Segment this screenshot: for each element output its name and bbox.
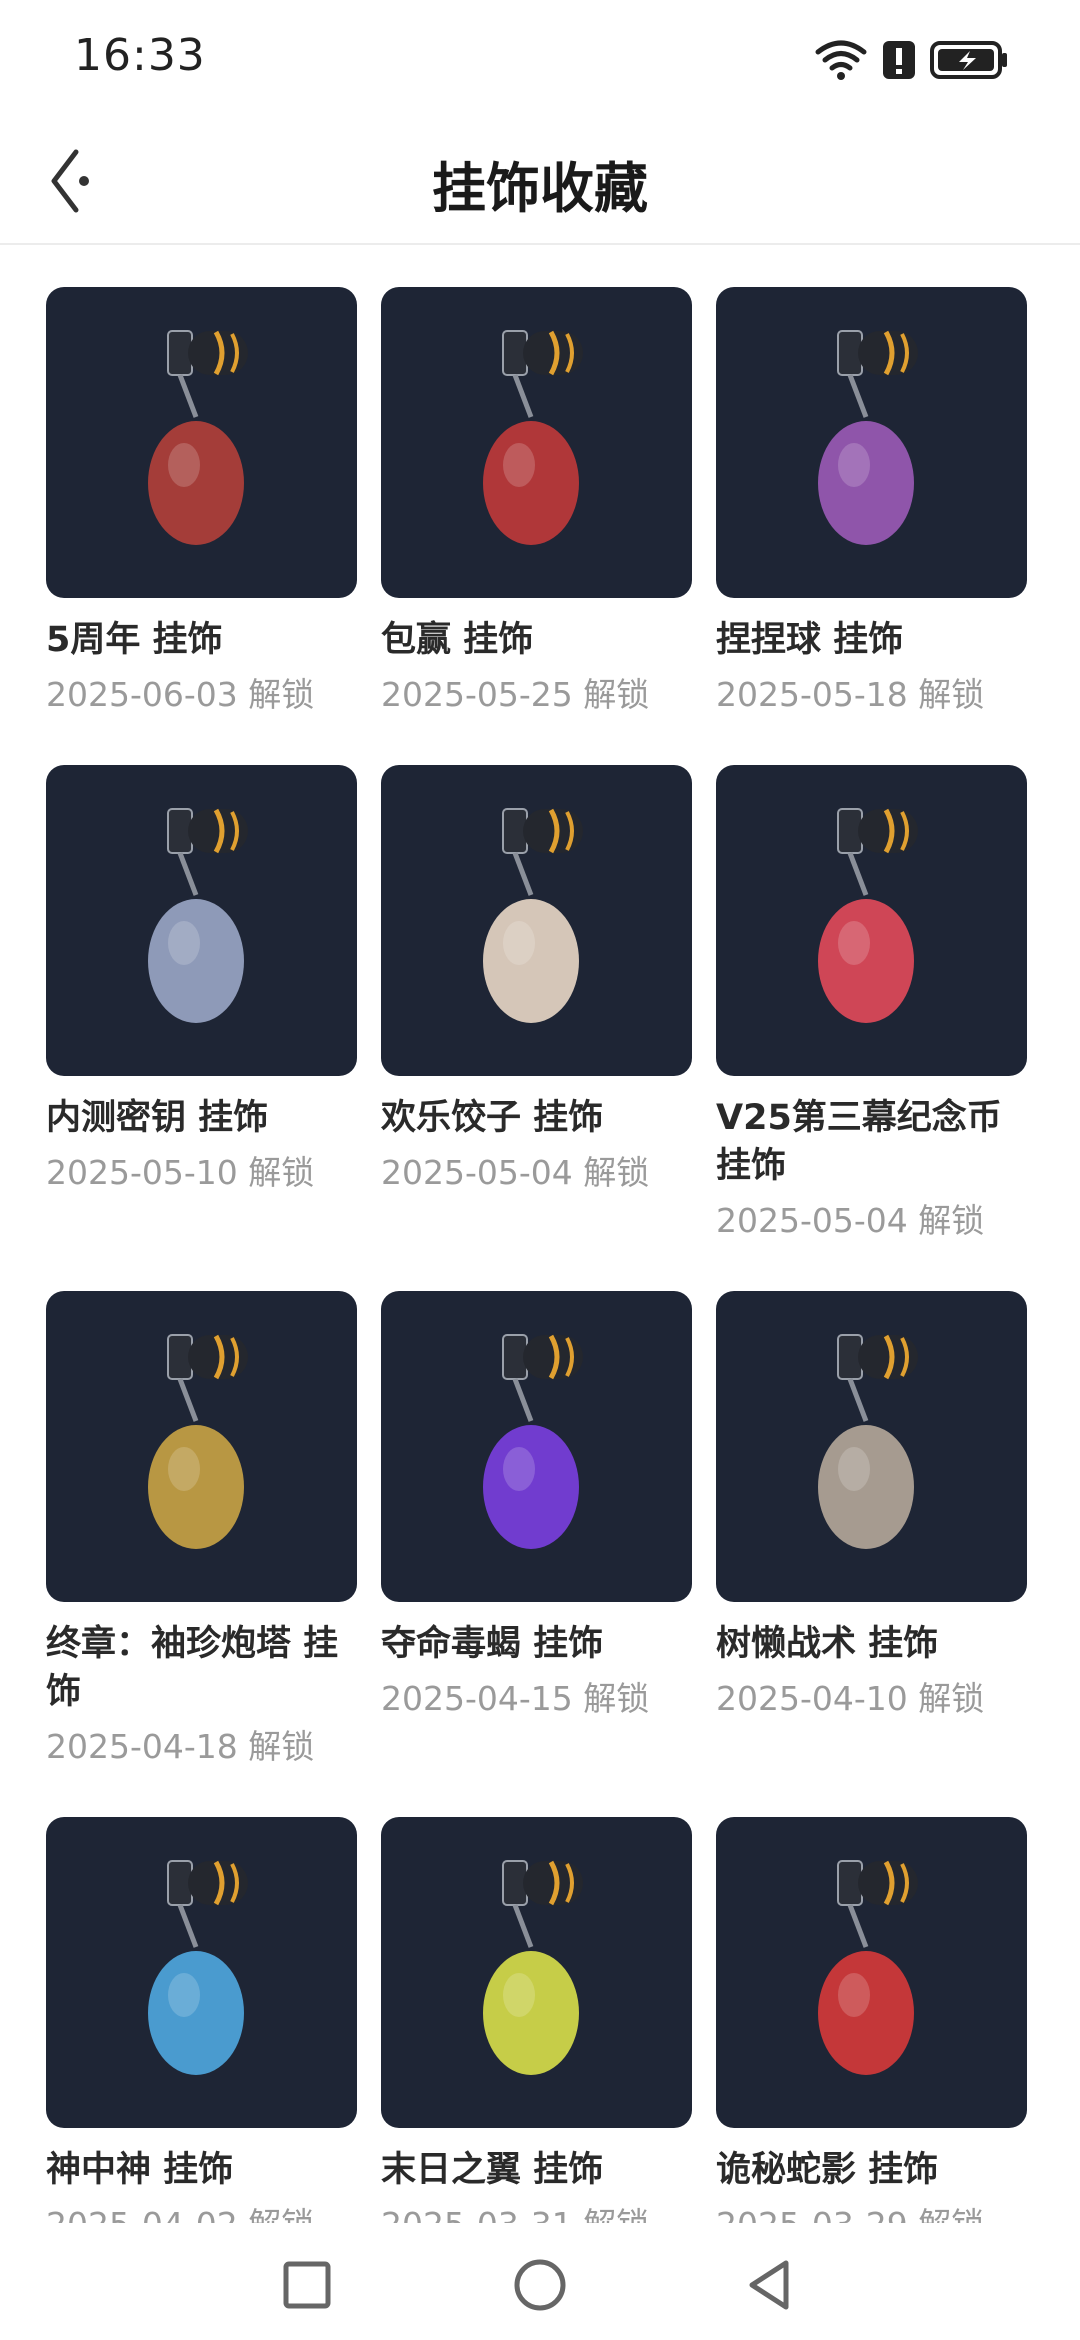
charm-card[interactable]: V25第三幕纪念币 挂饰 2025-05-04 解锁 (716, 765, 1027, 1244)
clip-icon (167, 1860, 248, 1906)
charm-card[interactable]: 神中神 挂饰 2025-04-02 解锁 (46, 1817, 357, 2223)
nav-back-button[interactable] (730, 2245, 810, 2325)
charm-unlock-date: 2025-04-18 解锁 (46, 1727, 315, 1766)
charm-unlock-date: 2025-05-04 解锁 (381, 1153, 650, 1192)
charm-image (148, 330, 248, 545)
charm-card[interactable]: 终章：袖珍炮塔 挂饰 2025-04-18 解锁 (46, 1291, 357, 1770)
circle-icon (514, 2259, 566, 2311)
charm-card[interactable]: 诡秘蛇影 挂饰 2025-03-29 解锁 (716, 1817, 1027, 2223)
charm-thumbnail[interactable] (716, 1817, 1027, 2128)
charm-unlock-date: 2025-04-02 解锁 (46, 2202, 357, 2223)
clip-icon (167, 330, 248, 376)
navigation-bar (0, 2223, 1080, 2340)
charm-unlock-date: 2025-05-18 解锁 (716, 675, 985, 714)
triangle-back-icon (749, 2260, 789, 2310)
status-icons (814, 36, 1010, 84)
home-button[interactable] (500, 2245, 580, 2325)
charm-thumbnail[interactable] (46, 765, 357, 1076)
charm-title: V25第三幕纪念币 挂饰 (716, 1098, 1002, 1186)
header: 挂饰收藏 (0, 120, 1080, 245)
charm-unlock-date: 2025-04-15 解锁 (381, 1679, 650, 1718)
charm-title: 5周年 挂饰 (46, 620, 223, 660)
charm-title: 神中神 挂饰 (46, 2150, 234, 2190)
charm-image (483, 808, 583, 1023)
charm-card[interactable]: 5周年 挂饰 2025-06-03 解锁 (46, 287, 357, 718)
charm-image (148, 808, 248, 1023)
clip-icon (167, 1334, 248, 1380)
battery-charging-icon (930, 41, 1007, 79)
charm-title: 夺命毒蝎 挂饰 (381, 1624, 604, 1664)
charm-thumbnail[interactable] (381, 287, 692, 598)
clip-icon (837, 808, 918, 854)
charm-card[interactable]: 夺命毒蝎 挂饰 2025-04-15 解锁 (381, 1291, 692, 1722)
charm-title: 末日之翼 挂饰 (381, 2150, 604, 2190)
status-bar: 16:33 (0, 0, 1080, 120)
charm-card[interactable]: 包赢 挂饰 2025-05-25 解锁 (381, 287, 692, 718)
charm-thumbnail[interactable] (716, 765, 1027, 1076)
charm-title: 树懒战术 挂饰 (716, 1624, 939, 1664)
charm-title: 欢乐饺子 挂饰 (381, 1098, 604, 1138)
clip-icon (502, 1860, 583, 1906)
charm-unlock-date: 2025-05-10 解锁 (46, 1153, 315, 1192)
charm-card[interactable]: 树懒战术 挂饰 2025-04-10 解锁 (716, 1291, 1027, 1722)
square-icon (283, 2261, 331, 2309)
charm-thumbnail[interactable] (716, 1291, 1027, 1602)
charm-image (818, 1860, 918, 2075)
charm-thumbnail[interactable] (381, 1817, 692, 2128)
charm-thumbnail[interactable] (46, 1291, 357, 1602)
charm-title: 包赢 挂饰 (381, 620, 534, 660)
charm-card[interactable]: 捏捏球 挂饰 2025-05-18 解锁 (716, 287, 1027, 718)
charm-image (148, 1860, 248, 2075)
charm-title: 诡秘蛇影 挂饰 (716, 2150, 939, 2190)
charm-title: 捏捏球 挂饰 (716, 620, 904, 660)
charm-image (483, 330, 583, 545)
page-title: 挂饰收藏 (432, 157, 648, 220)
charm-image (818, 1334, 918, 1549)
clip-icon (502, 808, 583, 854)
clip-icon (502, 1334, 583, 1380)
charm-image (818, 330, 918, 545)
charm-title: 终章：袖珍炮塔 挂饰 (46, 1624, 339, 1712)
charm-unlock-date: 2025-05-25 解锁 (381, 675, 650, 714)
charm-unlock-date: 2025-03-29 解锁 (716, 2202, 1027, 2223)
charm-image (818, 808, 918, 1023)
charm-title: 内测密钥 挂饰 (46, 1098, 269, 1138)
charm-thumbnail[interactable] (46, 287, 357, 598)
charm-card[interactable]: 末日之翼 挂饰 2025-03-31 解锁 (381, 1817, 692, 2223)
charm-thumbnail[interactable] (381, 1291, 692, 1602)
wifi-icon (815, 40, 867, 80)
charm-image (148, 1334, 248, 1549)
clip-icon (837, 330, 918, 376)
charm-card[interactable]: 欢乐饺子 挂饰 2025-05-04 解锁 (381, 765, 692, 1196)
clip-icon (837, 1860, 918, 1906)
charm-unlock-date: 2025-05-04 解锁 (716, 1201, 985, 1240)
charm-thumbnail[interactable] (46, 1817, 357, 2128)
charm-thumbnail[interactable] (716, 287, 1027, 598)
charm-image (483, 1334, 583, 1549)
recents-button[interactable] (267, 2245, 347, 2325)
charm-card[interactable]: 内测密钥 挂饰 2025-05-10 解锁 (46, 765, 357, 1196)
clip-icon (167, 808, 248, 854)
charm-unlock-date: 2025-06-03 解锁 (46, 675, 315, 714)
charm-unlock-date: 2025-04-10 解锁 (716, 1679, 985, 1718)
clip-icon (502, 330, 583, 376)
charm-grid: 5周年 挂饰 2025-06-03 解锁 包赢 挂饰 2025-05-25 解锁 捏捏球… (0, 243, 1080, 2223)
alert-icon (883, 41, 915, 79)
charm-unlock-date: 2025-03-31 解锁 (381, 2202, 692, 2223)
status-time: 16:33 (74, 30, 206, 81)
charm-thumbnail[interactable] (381, 765, 692, 1076)
charm-image (483, 1860, 583, 2075)
clip-icon (837, 1334, 918, 1380)
